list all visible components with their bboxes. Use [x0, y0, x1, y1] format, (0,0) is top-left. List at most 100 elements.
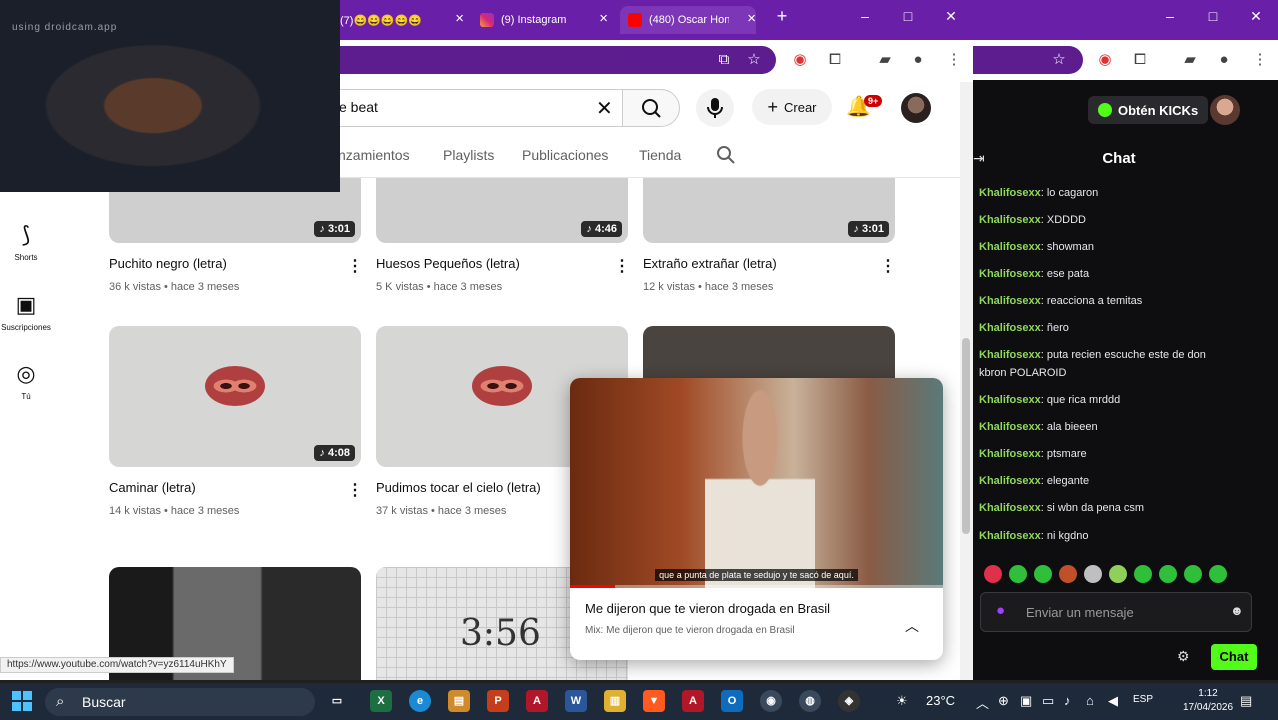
weather-temperature[interactable]: 23°C: [926, 693, 955, 708]
emote-icon[interactable]: [1009, 565, 1027, 583]
close-window-icon[interactable]: ✕: [1244, 8, 1268, 25]
chat-username[interactable]: Khalifosexx: [979, 241, 1041, 253]
emote-icon[interactable]: [1084, 565, 1102, 583]
video-title[interactable]: Extraño extrañar (letra): [643, 256, 777, 271]
maximize-icon[interactable]: □: [896, 8, 920, 24]
tab-playlists[interactable]: Playlists: [443, 147, 494, 163]
task-view-icon[interactable]: ▭: [326, 690, 348, 712]
extensions-icon[interactable]: ⧠: [1130, 50, 1150, 70]
chat-username[interactable]: Khalifosexx: [979, 530, 1041, 542]
close-window-icon[interactable]: ✕: [939, 8, 963, 25]
get-kicks-button[interactable]: Obtén KICKs: [1088, 96, 1209, 124]
profile-icon[interactable]: ●: [908, 50, 928, 70]
emote-icon[interactable]: [1209, 565, 1227, 583]
avatar[interactable]: [901, 93, 931, 123]
chat-username[interactable]: Khalifosexx: [979, 268, 1041, 280]
extension-icon[interactable]: ▰: [875, 50, 895, 70]
tab-lanzamientos[interactable]: nzamientos: [338, 147, 410, 163]
channel-search-icon[interactable]: [716, 145, 736, 168]
bookmark-star-icon[interactable]: ☆: [1049, 50, 1069, 70]
chevron-up-icon[interactable]: ︿: [905, 616, 919, 636]
clear-search-icon[interactable]: ✕: [596, 96, 613, 121]
chat-username[interactable]: Khalifosexx: [979, 322, 1041, 334]
emoji-picker-icon[interactable]: ☻: [1230, 603, 1244, 618]
emote-icon[interactable]: [1184, 565, 1202, 583]
tray-app-icon[interactable]: ▣: [1020, 693, 1032, 709]
more-options-icon[interactable]: ⋮: [347, 480, 363, 500]
notifications-icon[interactable]: ▤: [1240, 693, 1252, 709]
bookmark-star-icon[interactable]: ☆: [744, 50, 764, 70]
plus-icon[interactable]: +: [770, 6, 794, 27]
more-options-icon[interactable]: ⋮: [614, 256, 630, 276]
minimize-icon[interactable]: –: [853, 8, 877, 24]
avatar[interactable]: [1210, 95, 1240, 125]
tab-emoji[interactable]: (7)😄😄😄😄😄 ×: [340, 6, 464, 34]
miniplayer-video[interactable]: que a punta de plata te sedujo y te sacó…: [570, 378, 943, 588]
files-icon[interactable]: ▥: [604, 690, 626, 712]
close-tab-icon[interactable]: ×: [599, 11, 608, 26]
mic-icon[interactable]: ●: [996, 602, 1005, 619]
emote-icon[interactable]: [1034, 565, 1052, 583]
emote-icon[interactable]: [984, 565, 1002, 583]
tab-publicaciones[interactable]: Publicaciones: [522, 147, 608, 163]
battery-icon[interactable]: ▭: [1042, 693, 1054, 709]
record-icon[interactable]: ◉: [790, 50, 810, 70]
chat-username[interactable]: Khalifosexx: [979, 502, 1041, 514]
gear-icon[interactable]: ⚙: [1177, 648, 1190, 665]
network-icon[interactable]: ⌂: [1086, 693, 1094, 708]
edge-icon[interactable]: e: [409, 690, 431, 712]
app-icon[interactable]: ◈: [838, 690, 860, 712]
miniplayer-title[interactable]: Me dijeron que te vieron drogada en Bras…: [585, 601, 830, 616]
windows-start-icon[interactable]: [12, 691, 32, 711]
minimize-icon[interactable]: –: [1158, 8, 1182, 24]
sidebar-item-shorts[interactable]: ⟆ Shorts: [0, 222, 52, 262]
video-thumbnail[interactable]: ♪ 4:08: [109, 326, 361, 467]
tab-tienda[interactable]: Tienda: [639, 147, 681, 163]
mic-icon[interactable]: ♪: [1064, 693, 1071, 708]
emote-icon[interactable]: [1109, 565, 1127, 583]
close-tab-icon[interactable]: ×: [747, 11, 756, 26]
search-button[interactable]: [622, 89, 680, 127]
close-tab-icon[interactable]: ×: [455, 11, 464, 26]
voice-search-button[interactable]: [696, 89, 734, 127]
input-language[interactable]: ESP: [1133, 694, 1153, 705]
menu-icon[interactable]: ⋮: [944, 50, 964, 70]
chat-username[interactable]: Khalifosexx: [979, 295, 1041, 307]
maximize-icon[interactable]: □: [1201, 8, 1225, 24]
sidebar-item-you[interactable]: ◎ Tú: [0, 361, 52, 401]
chat-username[interactable]: Khalifosexx: [979, 214, 1041, 226]
emote-icon[interactable]: [1159, 565, 1177, 583]
video-thumbnail[interactable]: ♪ 4:46: [376, 178, 628, 243]
powerpoint-icon[interactable]: P: [487, 690, 509, 712]
chevron-up-icon[interactable]: ︿: [976, 693, 989, 712]
more-options-icon[interactable]: ⋮: [347, 256, 363, 276]
emote-icon[interactable]: [1059, 565, 1077, 583]
excel-icon[interactable]: X: [370, 690, 392, 712]
acrobat-icon[interactable]: A: [682, 690, 704, 712]
chrome-icon[interactable]: ◉: [760, 690, 782, 712]
extension-icon[interactable]: ▰: [1180, 50, 1200, 70]
tab-youtube[interactable]: (480) Oscar Hon ×: [620, 6, 756, 34]
file-explorer-icon[interactable]: ▤: [448, 690, 470, 712]
tab-instagram[interactable]: (9) Instagram ×: [480, 6, 608, 34]
send-chat-button[interactable]: Chat: [1211, 644, 1257, 670]
scrollbar-thumb[interactable]: [962, 338, 970, 534]
outlook-icon[interactable]: O: [721, 690, 743, 712]
address-bar[interactable]: [340, 46, 776, 74]
chat-username[interactable]: Khalifosexx: [979, 349, 1041, 361]
chat-username[interactable]: Khalifosexx: [979, 448, 1041, 460]
create-button[interactable]: + Crear: [752, 89, 832, 125]
access-icon[interactable]: A: [526, 690, 548, 712]
extensions-icon[interactable]: ⧠: [825, 50, 845, 70]
chat-username[interactable]: Khalifosexx: [979, 394, 1041, 406]
more-options-icon[interactable]: ⋮: [880, 256, 896, 276]
tray-app-icon[interactable]: ⊕: [998, 693, 1009, 709]
word-icon[interactable]: W: [565, 690, 587, 712]
obs-icon[interactable]: ◍: [799, 690, 821, 712]
video-title[interactable]: Puchito negro (letra): [109, 256, 227, 271]
chat-username[interactable]: Khalifosexx: [979, 187, 1041, 199]
video-thumbnail[interactable]: ♪ 3:01: [643, 178, 895, 243]
miniplayer[interactable]: que a punta de plata te sedujo y te sacó…: [570, 378, 943, 660]
video-title[interactable]: Caminar (letra): [109, 480, 196, 495]
emote-icon[interactable]: [1134, 565, 1152, 583]
